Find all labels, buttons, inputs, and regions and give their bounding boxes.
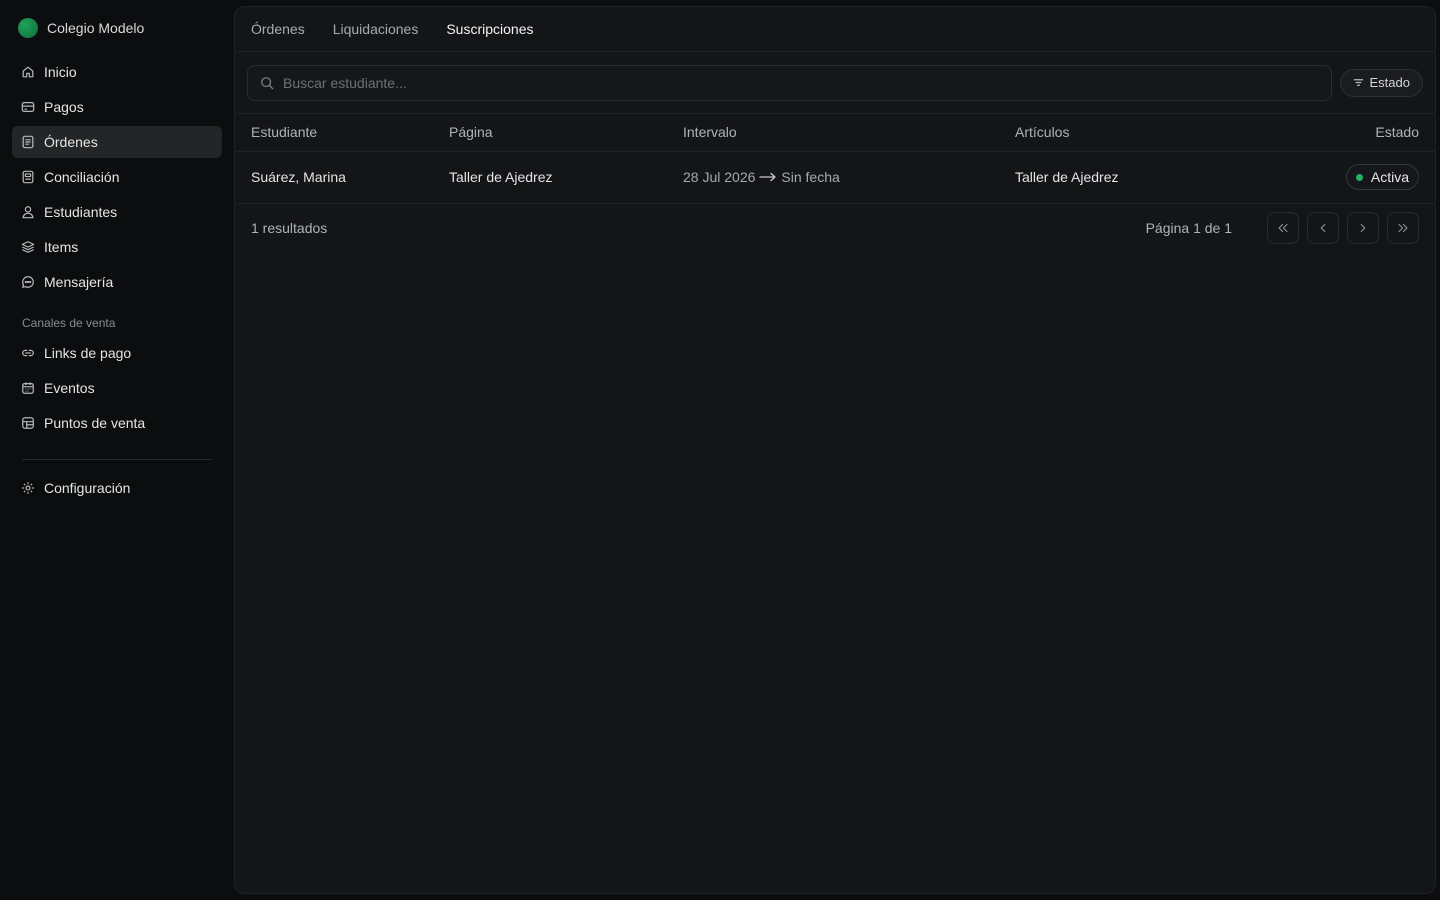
link-icon: [21, 346, 35, 360]
interval-end: Sin fecha: [781, 169, 840, 185]
arrow-right-icon: [759, 172, 777, 182]
sidebar-item-label: Órdenes: [44, 134, 98, 150]
sidebar-item-conciliacion[interactable]: Conciliación: [12, 161, 222, 193]
chevron-left-icon: [1320, 223, 1326, 232]
store-icon: [21, 416, 35, 430]
sidebar-item-puntos-de-venta[interactable]: Puntos de venta: [12, 407, 222, 439]
cell-page: Taller de Ajedrez: [449, 151, 683, 204]
chevron-right-icon: [1360, 223, 1366, 232]
chevrons-left-icon: [1278, 223, 1288, 232]
tab-bar: Órdenes Liquidaciones Suscripciones: [235, 7, 1435, 52]
brand[interactable]: Colegio Modelo: [12, 0, 222, 56]
sidebar-item-label: Configuración: [44, 480, 131, 496]
brand-name: Colegio Modelo: [47, 20, 145, 36]
sidebar-item-label: Estudiantes: [44, 204, 118, 220]
page-info: Página 1 de 1: [1145, 219, 1232, 236]
document-icon: [21, 135, 35, 149]
tab-suscripciones[interactable]: Suscripciones: [446, 21, 533, 37]
cell-status: Activa: [1240, 151, 1435, 204]
table-footer: 1 resultados Página 1 de 1: [235, 204, 1435, 252]
column-header-estado[interactable]: Estado: [1240, 114, 1435, 152]
column-header-articulos[interactable]: Artículos: [1015, 114, 1241, 152]
column-header-estudiante[interactable]: Estudiante: [235, 114, 449, 152]
channels-nav: Links de pago Eventos Puntos de venta: [12, 337, 222, 439]
layers-icon: [21, 240, 35, 254]
sidebar-divider: [22, 459, 212, 460]
sidebar-item-mensajeria[interactable]: Mensajería: [12, 266, 222, 298]
chevrons-right-icon: [1398, 223, 1408, 232]
brand-logo-icon: [18, 18, 38, 38]
status-badge: Activa: [1345, 164, 1419, 190]
gear-icon: [21, 481, 35, 495]
results-count: 1 resultados: [251, 219, 328, 236]
sidebar-item-inicio[interactable]: Inicio: [12, 56, 222, 88]
first-page-button[interactable]: [1267, 211, 1299, 244]
sidebar-item-links-de-pago[interactable]: Links de pago: [12, 337, 222, 369]
sidebar-item-items[interactable]: Items: [12, 231, 222, 263]
cell-student: Suárez, Marina: [235, 151, 449, 204]
sidebar-item-label: Items: [44, 239, 79, 255]
last-page-button[interactable]: [1387, 211, 1419, 244]
sidebar-item-label: Conciliación: [44, 169, 120, 185]
main-panel: Órdenes Liquidaciones Suscripciones Esta…: [234, 6, 1436, 894]
app-root: Colegio Modelo Inicio Pagos Órdenes Conc…: [0, 0, 1440, 900]
search-icon: [260, 76, 274, 90]
sidebar-item-label: Pagos: [44, 99, 84, 115]
sidebar-item-label: Inicio: [44, 64, 77, 80]
credit-card-icon: [21, 100, 35, 114]
pagination: Página 1 de 1: [1145, 211, 1419, 244]
column-header-pagina[interactable]: Página: [449, 114, 683, 152]
tab-liquidaciones[interactable]: Liquidaciones: [333, 21, 419, 37]
user-icon: [21, 205, 35, 219]
sidebar: Colegio Modelo Inicio Pagos Órdenes Conc…: [0, 0, 234, 900]
interval-start: 28 Jul 2026: [683, 169, 756, 185]
status-label: Activa: [1370, 169, 1409, 185]
toolbar: Estado: [235, 52, 1435, 114]
calendar-icon: [21, 381, 35, 395]
sidebar-item-label: Puntos de venta: [44, 415, 146, 431]
main-nav: Inicio Pagos Órdenes Conciliación Estudi…: [12, 56, 222, 298]
table-row[interactable]: Suárez, Marina Taller de Ajedrez 28 Jul …: [235, 151, 1435, 204]
section-label-canales: Canales de venta: [22, 316, 116, 330]
status-dot-icon: [1355, 173, 1363, 181]
search-input[interactable]: [283, 74, 1331, 91]
status-filter-button[interactable]: Estado: [1339, 68, 1423, 97]
column-header-intervalo[interactable]: Intervalo: [683, 114, 1015, 152]
subscriptions-table: Estudiante Página Intervalo Artículos Es…: [235, 114, 1435, 204]
sidebar-item-eventos[interactable]: Eventos: [12, 372, 222, 404]
cell-interval: 28 Jul 2026 Sin fecha: [683, 151, 1015, 204]
home-icon: [21, 65, 35, 79]
filter-label: Estado: [1369, 75, 1410, 90]
message-icon: [21, 275, 35, 289]
next-page-button[interactable]: [1347, 211, 1379, 244]
cell-items: Taller de Ajedrez: [1015, 151, 1241, 204]
prev-page-button[interactable]: [1307, 211, 1339, 244]
filter-icon: [1353, 77, 1364, 88]
sidebar-item-configuracion[interactable]: Configuración: [12, 472, 222, 504]
sidebar-item-pagos[interactable]: Pagos: [12, 91, 222, 123]
table-header-row: Estudiante Página Intervalo Artículos Es…: [235, 114, 1435, 152]
sidebar-item-label: Eventos: [44, 380, 95, 396]
sidebar-item-label: Mensajería: [44, 274, 114, 290]
tab-ordenes[interactable]: Órdenes: [251, 21, 305, 37]
sidebar-item-label: Links de pago: [44, 345, 132, 361]
sidebar-item-estudiantes[interactable]: Estudiantes: [12, 196, 222, 228]
sidebar-item-ordenes[interactable]: Órdenes: [12, 126, 222, 158]
search-box[interactable]: [247, 64, 1332, 101]
receipt-icon: [21, 170, 35, 184]
